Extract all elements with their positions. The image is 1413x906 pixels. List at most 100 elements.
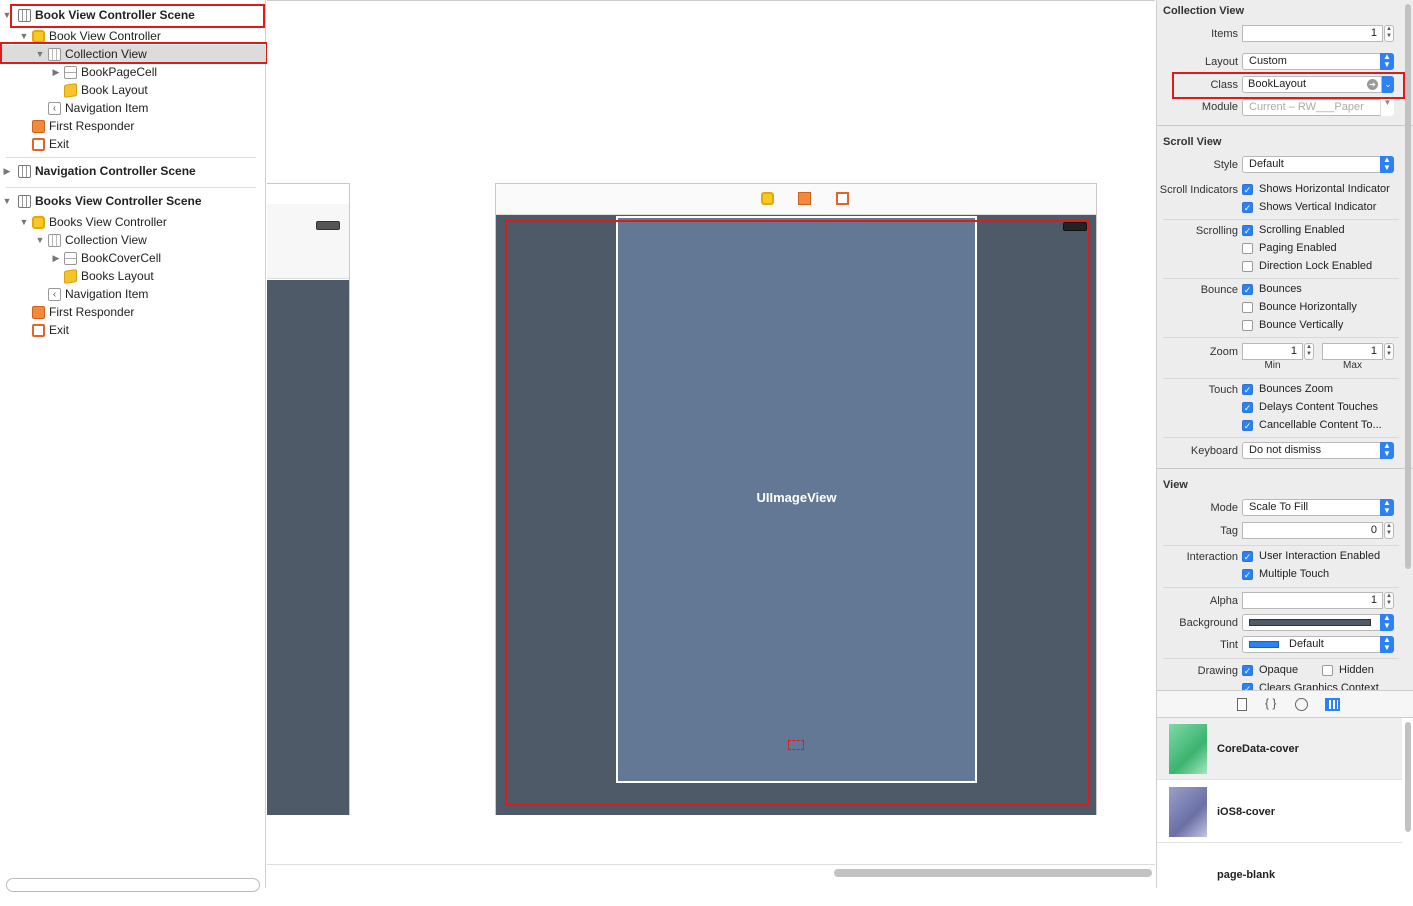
zoom-max-field[interactable]: 1 bbox=[1322, 343, 1383, 360]
checkbox-label: Multiple Touch bbox=[1259, 568, 1330, 580]
divider bbox=[1163, 658, 1399, 659]
disclosure-triangle-icon[interactable]: ▼ bbox=[19, 217, 29, 227]
bounce-horizontally-checkbox[interactable]: Bounce Horizontally bbox=[1242, 301, 1357, 313]
shows-horizontal-checkbox[interactable]: ✓ Shows Horizontal Indicator bbox=[1242, 183, 1390, 195]
disclosure-triangle-icon[interactable]: ▶ bbox=[51, 253, 61, 264]
tag-field[interactable]: 0 bbox=[1242, 522, 1383, 539]
checkbox-checked-icon: ✓ bbox=[1242, 401, 1253, 413]
checkbox-checked-icon: ✓ bbox=[1242, 550, 1253, 562]
storyboard-canvas[interactable]: UIImageView bbox=[267, 0, 1155, 888]
outline-item-first-responder[interactable]: First Responder bbox=[0, 303, 266, 321]
checkbox-label: Direction Lock Enabled bbox=[1259, 260, 1373, 272]
module-popup[interactable]: Current – RW___Paper ▼ bbox=[1242, 99, 1394, 116]
checkbox-label: Bounces bbox=[1259, 283, 1302, 295]
outline-item-label: Books View Controller bbox=[49, 215, 167, 229]
library-item-name: CoreData-cover bbox=[1217, 742, 1299, 755]
checkbox-unchecked-icon bbox=[1242, 242, 1253, 254]
tint-popup[interactable]: Default ▲ ▼ bbox=[1242, 636, 1394, 653]
inspector-scrollbar[interactable] bbox=[1405, 4, 1411, 569]
first-responder-icon bbox=[32, 119, 45, 133]
file-template-icon[interactable] bbox=[1237, 698, 1247, 711]
divider bbox=[1163, 545, 1399, 546]
outline-item-navigation-item[interactable]: ‹ Navigation Item bbox=[0, 285, 266, 303]
divider bbox=[1163, 587, 1399, 588]
outline-item-label: First Responder bbox=[49, 305, 135, 319]
bounces-zoom-checkbox[interactable]: ✓ Bounces Zoom bbox=[1242, 383, 1333, 395]
zoom-min-stepper[interactable]: ▲ ▼ bbox=[1304, 343, 1314, 360]
clears-graphics-context-checkbox[interactable]: ✓ Clears Graphics Context bbox=[1242, 682, 1379, 690]
canvas-horizontal-scrollbar[interactable] bbox=[834, 869, 1152, 877]
first-responder-icon[interactable] bbox=[798, 192, 811, 205]
alpha-stepper[interactable]: ▲ ▼ bbox=[1384, 592, 1394, 609]
view-controller-icon bbox=[32, 29, 45, 43]
multiple-touch-checkbox[interactable]: ✓ Multiple Touch bbox=[1242, 568, 1329, 580]
drawing-label: Drawing bbox=[1197, 665, 1238, 677]
outline-filter-field[interactable] bbox=[6, 878, 260, 892]
outline-item-navigation-item[interactable]: ‹ Navigation Item bbox=[0, 99, 266, 117]
shows-vertical-checkbox[interactable]: ✓ Shows Vertical Indicator bbox=[1242, 201, 1376, 213]
disclosure-triangle-icon[interactable]: ▼ bbox=[2, 196, 12, 206]
navigation-item-icon: ‹ bbox=[48, 101, 61, 115]
zoom-min-field[interactable]: 1 bbox=[1242, 343, 1303, 360]
opaque-checkbox[interactable]: ✓ Opaque bbox=[1242, 664, 1298, 676]
user-interaction-checkbox[interactable]: ✓ User Interaction Enabled bbox=[1242, 550, 1380, 562]
items-stepper[interactable]: ▲ ▼ bbox=[1384, 25, 1394, 42]
scene-icon bbox=[18, 164, 31, 178]
checkbox-checked-icon: ✓ bbox=[1242, 664, 1253, 676]
divider bbox=[1163, 378, 1399, 379]
scrolling-enabled-checkbox[interactable]: ✓ Scrolling Enabled bbox=[1242, 224, 1345, 236]
outline-scene-navigation-controller[interactable]: ▶ Navigation Controller Scene bbox=[0, 162, 266, 180]
outline-item-books-layout[interactable]: Books Layout bbox=[0, 267, 266, 285]
navigation-controller-scene-frame[interactable] bbox=[267, 183, 350, 815]
section-divider bbox=[1157, 468, 1413, 469]
tag-stepper[interactable]: ▲ ▼ bbox=[1384, 522, 1394, 539]
library-item[interactable]: CoreData-cover bbox=[1157, 718, 1402, 780]
keyboard-popup[interactable]: Do not dismiss ▲ ▼ bbox=[1242, 442, 1394, 459]
items-field[interactable]: 1 bbox=[1242, 25, 1383, 42]
outline-item-exit[interactable]: Exit bbox=[0, 135, 266, 153]
outline-item-collection-view[interactable]: ▼ Collection View bbox=[0, 231, 266, 249]
layout-popup[interactable]: Custom ▲ ▼ bbox=[1242, 53, 1394, 70]
chevron-updown-icon: ▲ ▼ bbox=[1380, 53, 1394, 70]
disclosure-triangle-icon[interactable]: ▼ bbox=[19, 31, 29, 41]
library-item[interactable]: iOS8-cover bbox=[1157, 781, 1402, 843]
style-popup[interactable]: Default ▲ ▼ bbox=[1242, 156, 1394, 173]
exit-icon bbox=[32, 137, 45, 151]
outline-item-first-responder[interactable]: First Responder bbox=[0, 117, 266, 135]
object-library-icon[interactable] bbox=[1295, 698, 1308, 711]
code-snippet-icon[interactable]: { } bbox=[1265, 696, 1276, 710]
bounce-vertically-checkbox[interactable]: Bounce Vertically bbox=[1242, 319, 1343, 331]
exit-icon[interactable] bbox=[836, 192, 849, 205]
disclosure-triangle-icon[interactable]: ▼ bbox=[35, 235, 45, 245]
outline-item-books-view-controller[interactable]: ▼ Books View Controller bbox=[0, 213, 266, 231]
delays-content-touches-checkbox[interactable]: ✓ Delays Content Touches bbox=[1242, 401, 1378, 413]
outline-item-book-page-cell[interactable]: ▶ BookPageCell bbox=[0, 63, 266, 81]
checkbox-checked-icon: ✓ bbox=[1242, 183, 1253, 195]
scene-icon bbox=[18, 194, 31, 208]
cancellable-content-touches-checkbox[interactable]: ✓ Cancellable Content To... bbox=[1242, 419, 1382, 431]
outline-item-book-layout[interactable]: Book Layout bbox=[0, 81, 266, 99]
outline-item-book-cover-cell[interactable]: ▶ BookCoverCell bbox=[0, 249, 266, 267]
library-item[interactable]: page-blank bbox=[1157, 844, 1402, 906]
disclosure-triangle-icon[interactable]: ▶ bbox=[2, 166, 12, 177]
mode-popup[interactable]: Scale To Fill ▲ ▼ bbox=[1242, 499, 1394, 516]
direction-lock-checkbox[interactable]: Direction Lock Enabled bbox=[1242, 260, 1372, 272]
outline-item-label: Navigation Item bbox=[65, 101, 149, 115]
hidden-checkbox[interactable]: Hidden bbox=[1322, 664, 1374, 676]
alpha-field[interactable]: 1 bbox=[1242, 592, 1383, 609]
view-controller-icon[interactable] bbox=[761, 192, 774, 205]
bounces-checkbox[interactable]: ✓ Bounces bbox=[1242, 283, 1302, 295]
chevron-updown-icon: ▲ ▼ bbox=[1380, 499, 1394, 516]
navigation-bar bbox=[267, 204, 349, 279]
disclosure-triangle-icon[interactable]: ▶ bbox=[51, 67, 61, 78]
checkbox-label: Paging Enabled bbox=[1259, 242, 1337, 254]
background-color-popup[interactable]: ▲ ▼ bbox=[1242, 614, 1394, 631]
media-library-icon[interactable] bbox=[1325, 698, 1340, 711]
tag-label: Tag bbox=[1220, 525, 1238, 537]
library-scrollbar[interactable] bbox=[1405, 722, 1411, 832]
outline-scene-books-view-controller[interactable]: ▼ Books View Controller Scene bbox=[0, 192, 266, 210]
outline-item-exit[interactable]: Exit bbox=[0, 321, 266, 339]
paging-enabled-checkbox[interactable]: Paging Enabled bbox=[1242, 242, 1337, 254]
zoom-max-stepper[interactable]: ▲ ▼ bbox=[1384, 343, 1394, 360]
chevron-updown-icon: ▲ ▼ bbox=[1380, 442, 1394, 459]
